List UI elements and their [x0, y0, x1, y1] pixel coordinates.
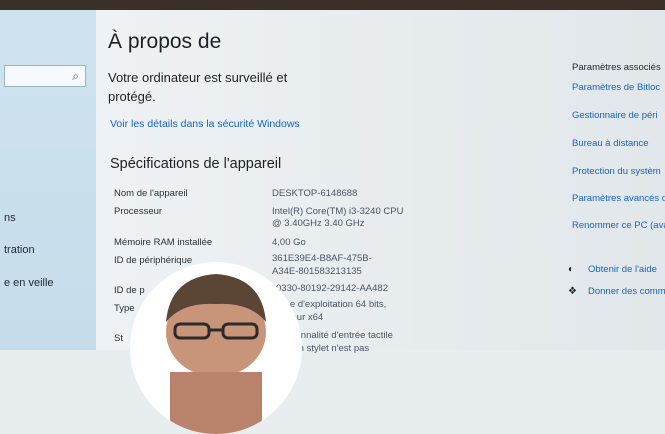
- sidebar-item[interactable]: ns: [4, 212, 16, 224]
- help-icon: ◐: [568, 264, 575, 275]
- spec-label: Nom de l'appareil: [114, 188, 188, 199]
- spec-label: Mémoire RAM installée: [114, 237, 213, 248]
- rename-pc-link[interactable]: Renommer ce PC (ava: [572, 220, 665, 231]
- security-details-link[interactable]: Voir les détails dans la sécurité Window…: [110, 118, 300, 130]
- related-settings-heading: Paramètres associés: [572, 62, 661, 73]
- feedback-icon: ❖: [568, 286, 577, 297]
- page-title: À propos de: [108, 30, 222, 53]
- system-protection-link[interactable]: Protection du systèm: [572, 166, 661, 177]
- avatar: [130, 262, 302, 434]
- feedback-link[interactable]: ❖ Donner des comm: [568, 286, 665, 297]
- search-input[interactable]: ⌕: [4, 65, 86, 87]
- get-help-link[interactable]: ◐ Obtenir de l'aide: [568, 264, 657, 275]
- spec-label: St: [114, 333, 123, 344]
- spec-label: Processeur: [114, 206, 163, 217]
- device-manager-link[interactable]: Gestionnaire de péri: [572, 110, 658, 121]
- sidebar-item[interactable]: tration: [4, 244, 35, 256]
- advanced-settings-link[interactable]: Paramètres avancés d: [572, 193, 665, 204]
- spec-value: ctionnalité d'entrée tactile: [286, 330, 393, 341]
- settings-sidebar: ⌕ ns tration e en veille: [0, 10, 96, 350]
- person-photo: [166, 274, 266, 434]
- protection-status: Votre ordinateur est surveillé et protég…: [108, 70, 288, 104]
- sidebar-item[interactable]: e en veille: [4, 277, 54, 289]
- spec-value: Intel(R) Core(TM) i3-3240 CPU: [272, 206, 404, 217]
- specs-heading: Spécifications de l'appareil: [110, 156, 282, 172]
- spec-value: 4,00 Go: [272, 237, 306, 248]
- feedback-label: Donner des comm: [588, 286, 665, 297]
- photo-frame-edge: [0, 0, 665, 10]
- spec-value: DESKTOP-6148688: [272, 188, 358, 199]
- bitlocker-link[interactable]: Paramètres de Bitloc: [572, 82, 660, 93]
- remote-desktop-link[interactable]: Bureau à distance: [572, 138, 649, 149]
- search-icon[interactable]: ⌕: [72, 69, 79, 84]
- spec-value: @ 3.40GHz 3.40 GHz: [272, 218, 365, 229]
- get-help-label: Obtenir de l'aide: [588, 264, 657, 275]
